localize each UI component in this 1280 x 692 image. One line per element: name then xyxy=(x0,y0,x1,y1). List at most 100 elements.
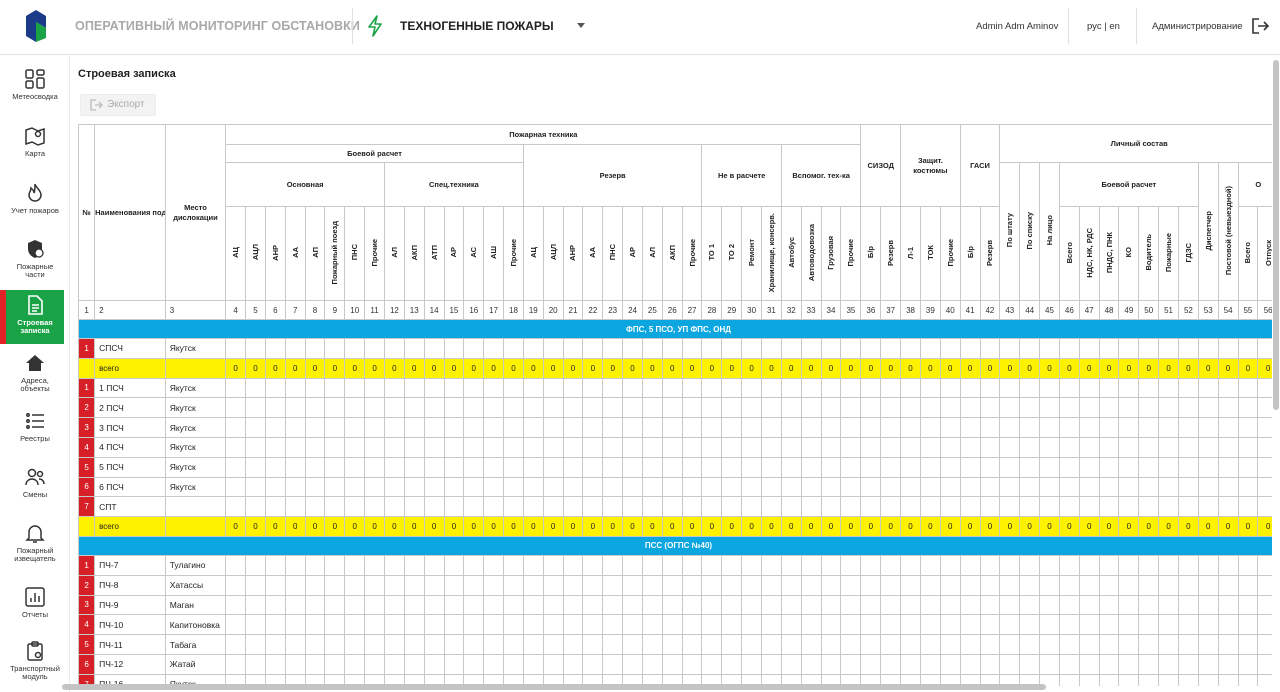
table-cell xyxy=(324,456,346,478)
table-cell xyxy=(463,574,485,596)
sidebar-item-detector[interactable]: Пожарный извещатель xyxy=(6,518,64,572)
table-cell xyxy=(383,456,405,478)
table-cell xyxy=(1237,397,1259,419)
table-cell xyxy=(1197,673,1219,686)
table-cell xyxy=(1197,338,1219,359)
column-number: 16 xyxy=(463,300,485,320)
col-header: Автоводовозка xyxy=(800,206,822,301)
table-cell xyxy=(860,417,882,438)
table-row[interactable]: 1 СПСЧ Якутск xyxy=(77,338,1272,359)
column-number: 33 xyxy=(800,300,822,320)
table-cell xyxy=(661,653,683,675)
sidebar-item-transport[interactable]: Транспортный модуль xyxy=(6,636,64,690)
report-table: № Наименования подразделений Место дисло… xyxy=(77,124,1272,686)
language-switch[interactable]: рус | en xyxy=(1087,21,1120,32)
table-cell xyxy=(661,554,683,576)
column-number: 11 xyxy=(364,300,385,320)
horizontal-scrollbar[interactable] xyxy=(62,684,1046,690)
sidebar-item-reports[interactable]: Отчеты xyxy=(6,582,64,636)
export-button[interactable]: Экспорт xyxy=(80,94,156,116)
table-cell xyxy=(681,496,703,518)
app-logo[interactable] xyxy=(22,8,48,44)
table-cell xyxy=(225,417,247,438)
table-cell xyxy=(582,436,604,458)
sidebar-item-meteo[interactable]: Метеосводка xyxy=(6,64,64,118)
table-cell xyxy=(999,476,1021,498)
table-cell xyxy=(622,377,643,399)
vertical-scrollbar[interactable] xyxy=(1273,60,1279,410)
table-row[interactable]: 7 СПТ xyxy=(77,496,1272,518)
sidebar-item-report[interactable]: Строевая записка xyxy=(0,290,64,344)
table-cell xyxy=(1257,456,1272,478)
table-cell xyxy=(503,397,524,419)
col-header-place: Место дислокации xyxy=(164,124,227,301)
col-header: АП xyxy=(304,206,326,301)
table-cell xyxy=(562,594,584,616)
sidebar-item-registers[interactable]: Реестры xyxy=(6,406,64,460)
table-cell xyxy=(423,476,445,498)
total-value: 0 xyxy=(1217,357,1239,379)
table-cell xyxy=(840,417,862,438)
table-cell xyxy=(324,417,346,438)
table-cell xyxy=(880,338,902,359)
table-cell xyxy=(780,417,802,438)
sidebar-item-stations[interactable]: Пожарные части xyxy=(6,234,64,288)
table-cell xyxy=(483,417,505,438)
logout-icon[interactable] xyxy=(1250,17,1270,35)
table-cell xyxy=(641,634,663,655)
table-row[interactable]: 2 ПЧ-8 Хатассы xyxy=(77,574,1272,596)
table-cell xyxy=(681,653,703,675)
table-cell xyxy=(959,338,981,359)
table-cell xyxy=(959,634,981,655)
table-row[interactable]: 11 ПСЧ Якутск xyxy=(77,377,1272,399)
sidebar-item-addresses[interactable]: Адреса, объекты xyxy=(6,348,64,402)
unit-location: Хатассы xyxy=(164,574,227,596)
table-row[interactable]: 55 ПСЧ Якутск xyxy=(77,456,1272,478)
table-cell xyxy=(1197,456,1219,478)
table-cell xyxy=(701,634,723,655)
table-cell xyxy=(900,496,921,518)
table-cell xyxy=(503,634,524,655)
table-cell xyxy=(1078,673,1100,686)
table-row[interactable]: 6 ПЧ-12 Жатай xyxy=(77,653,1272,675)
table-cell xyxy=(1118,496,1140,518)
table-cell xyxy=(602,653,624,675)
table-cell xyxy=(1177,594,1199,616)
column-number: 46 xyxy=(1058,300,1080,320)
table-row[interactable]: 66 ПСЧ Якутск xyxy=(77,476,1272,498)
group-header-aux: Вспомог. тех-ка xyxy=(780,144,862,207)
table-row[interactable]: 4 ПЧ-10 Капитоновка xyxy=(77,614,1272,636)
table-cell xyxy=(900,653,921,675)
table-cell xyxy=(820,634,842,655)
table-cell xyxy=(741,594,762,616)
table-cell xyxy=(443,614,465,636)
table-row[interactable]: 3 ПЧ-9 Маган xyxy=(77,594,1272,616)
table-cell xyxy=(900,456,921,478)
sidebar-item-shifts[interactable]: Смены xyxy=(6,462,64,516)
table-row[interactable]: 22 ПСЧ Якутск xyxy=(77,397,1272,419)
table-cell xyxy=(1237,634,1259,655)
table-cell xyxy=(979,456,1001,478)
table-cell xyxy=(979,476,1001,498)
table-cell xyxy=(741,338,762,359)
table-cell xyxy=(780,496,802,518)
sidebar-item-fires[interactable]: Учет пожаров xyxy=(6,178,64,232)
admin-link[interactable]: Администрирование xyxy=(1152,21,1243,32)
col-header: ГДЗС xyxy=(1177,206,1199,301)
table-cell xyxy=(1177,614,1199,636)
table-cell xyxy=(245,634,266,655)
table-cell xyxy=(1078,436,1100,458)
total-value: 0 xyxy=(979,357,1001,379)
table-row[interactable]: 5 ПЧ-11 Табага xyxy=(77,634,1272,655)
sidebar-item-map[interactable]: Карта xyxy=(6,121,64,175)
table-row[interactable]: 44 ПСЧ Якутск xyxy=(77,436,1272,458)
mode-selector[interactable]: ТЕХНОГЕННЫЕ ПОЖАРЫ xyxy=(366,12,596,40)
table-row[interactable]: 1 ПЧ-7 Тулагино xyxy=(77,554,1272,576)
table-cell xyxy=(741,653,762,675)
table-cell xyxy=(761,554,782,576)
table-cell xyxy=(1257,653,1272,675)
table-cell xyxy=(761,436,782,458)
table-row[interactable]: 33 ПСЧ Якутск xyxy=(77,417,1272,438)
table-cell xyxy=(245,574,266,596)
user-name[interactable]: Admin Adm Aminov xyxy=(976,21,1058,32)
